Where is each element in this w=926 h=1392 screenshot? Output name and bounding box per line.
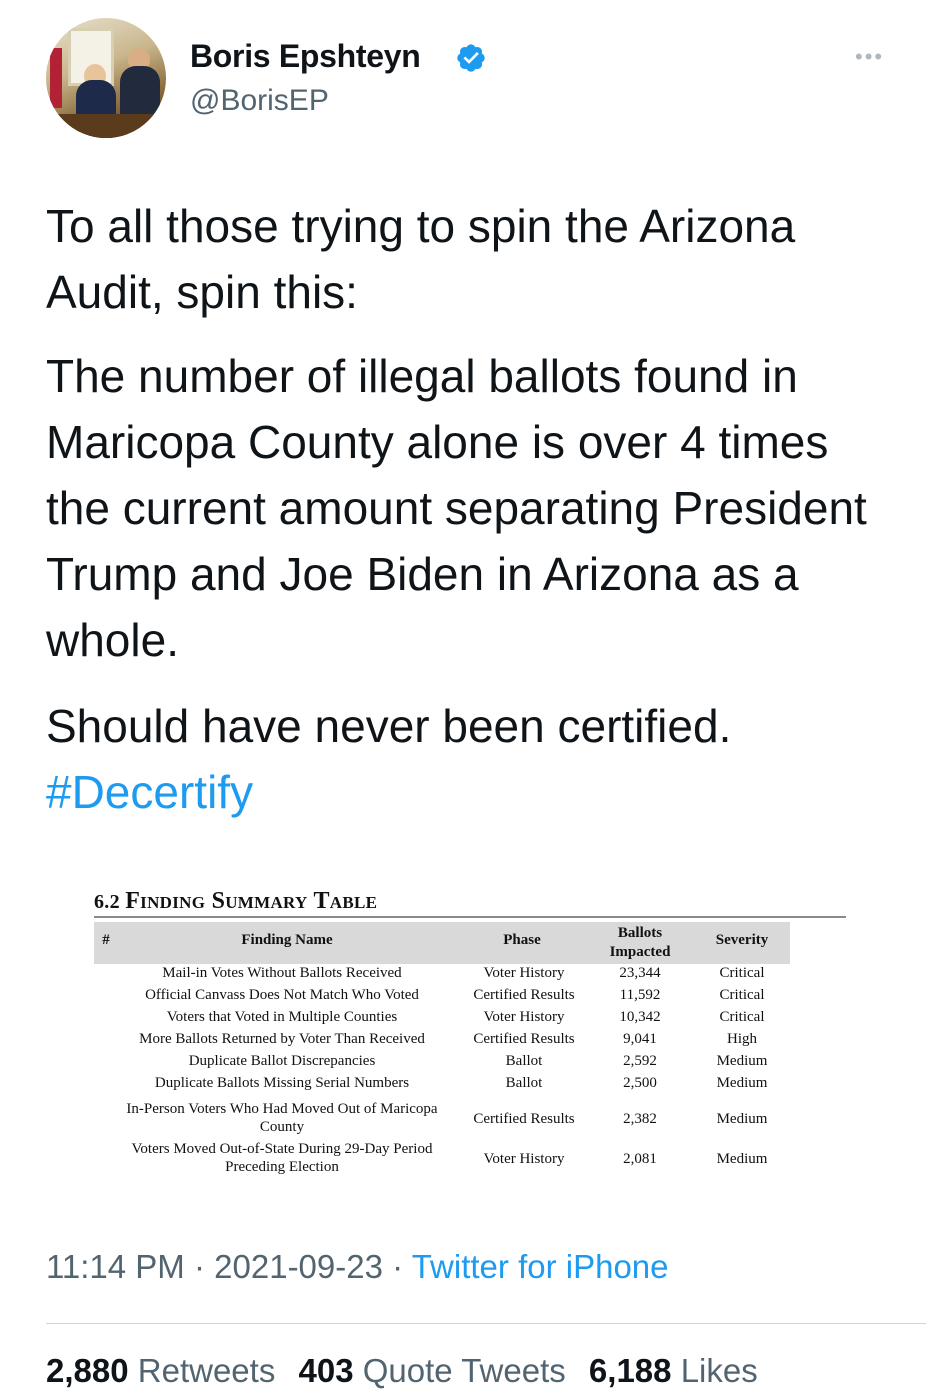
verified-badge-icon — [457, 44, 485, 72]
cell-phase: Voter History — [483, 1009, 565, 1025]
likes-count: 6,188 — [588, 1352, 672, 1389]
section-number: 6.2 — [94, 891, 120, 913]
quotes-label: Quote Tweets — [362, 1352, 566, 1389]
cell-ballots: 2,500 — [623, 1075, 657, 1091]
likes-label: Likes — [680, 1352, 758, 1389]
header-phase: Phase — [503, 932, 541, 948]
cell-severity: Medium — [716, 1151, 768, 1167]
tweet-paragraph-text: Should have never been certified. — [46, 700, 732, 752]
author-name[interactable]: Boris Epshteyn — [190, 38, 421, 75]
cell-severity: Medium — [716, 1053, 768, 1069]
cell-finding: More Ballots Returned by Voter Than Rece… — [139, 1031, 425, 1047]
cell-ballots: 11,592 — [619, 987, 661, 1003]
cell-ballots: 2,592 — [623, 1053, 657, 1069]
retweets-stat[interactable]: 2,880 Retweets — [46, 1352, 275, 1389]
cell-finding: Duplicate Ballot Discrepancies — [188, 1053, 376, 1069]
section-title: Finding Summary Table — [125, 888, 378, 914]
tweet-stats: 2,880 Retweets 403 Quote Tweets 6,188 Li… — [46, 1352, 772, 1390]
header-finding: Finding Name — [241, 932, 333, 948]
cell-severity: Critical — [719, 987, 765, 1003]
header-ballots: Ballots Impacted — [609, 925, 671, 960]
header-number: # — [102, 932, 110, 948]
cell-ballots: 10,342 — [619, 1009, 661, 1025]
cell-severity: High — [727, 1031, 757, 1047]
section-rule — [94, 916, 846, 918]
table-section-title: 6.2 Finding Summary Table — [94, 888, 377, 915]
cell-phase: Ballot — [505, 1053, 543, 1069]
cell-finding: Mail-in Votes Without Ballots Received — [162, 965, 402, 981]
cell-phase: Certified Results — [473, 1031, 575, 1047]
cell-severity: Medium — [716, 1075, 768, 1091]
avatar[interactable] — [46, 18, 166, 138]
tweet-date[interactable]: 2021-09-23 — [214, 1248, 383, 1285]
meta-separator: · — [392, 1248, 404, 1285]
cell-ballots: 23,344 — [619, 965, 661, 981]
cell-phase: Ballot — [505, 1075, 543, 1091]
header-severity: Severity — [715, 932, 769, 948]
cell-ballots: 2,382 — [623, 1111, 657, 1127]
retweets-label: Retweets — [137, 1352, 276, 1389]
author-handle[interactable]: @BorisEP — [190, 84, 329, 118]
stats-divider — [46, 1323, 926, 1324]
cell-ballots: 2,081 — [623, 1151, 657, 1167]
retweets-count: 2,880 — [46, 1352, 129, 1389]
avatar-desk — [46, 114, 166, 138]
avatar-flag — [50, 48, 62, 108]
cell-finding: In-Person Voters Who Had Moved Out of Ma… — [126, 1101, 438, 1135]
quote-tweets-stat[interactable]: 403 Quote Tweets — [299, 1352, 566, 1389]
attached-table-image[interactable]: 6.2 Finding Summary Table # Finding Name… — [92, 884, 852, 1174]
cell-severity: Medium — [716, 1111, 768, 1127]
tweet-source-link[interactable]: Twitter for iPhone — [412, 1248, 669, 1285]
cell-phase: Voter History — [483, 1151, 565, 1167]
cell-phase: Certified Results — [473, 1111, 575, 1127]
quotes-count: 403 — [298, 1352, 354, 1389]
hashtag-link[interactable]: #Decertify — [46, 759, 896, 825]
cell-severity: Critical — [719, 965, 765, 981]
more-options-icon[interactable]: ••• — [855, 44, 884, 70]
meta-separator: · — [193, 1248, 205, 1285]
cell-phase: Certified Results — [473, 987, 575, 1003]
tweet-paragraph: Should have never been certified. #Decer… — [46, 693, 896, 825]
likes-stat[interactable]: 6,188 Likes — [589, 1352, 758, 1389]
cell-phase: Voter History — [483, 965, 565, 981]
table-header: # Finding Name Phase Ballots Impacted Se… — [94, 922, 790, 964]
tweet-paragraph: The number of illegal ballots found in M… — [46, 350, 867, 666]
tweet-paragraph: To all those trying to spin the Arizona … — [46, 200, 796, 318]
cell-finding: Duplicate Ballots Missing Serial Numbers — [154, 1075, 410, 1091]
tweet-time[interactable]: 11:14 PM — [46, 1248, 185, 1285]
cell-finding: Official Canvass Does Not Match Who Vote… — [145, 987, 419, 1003]
cell-finding: Voters that Voted in Multiple Counties — [166, 1009, 398, 1025]
cell-ballots: 9,041 — [623, 1031, 657, 1047]
cell-finding: Voters Moved Out-of-State During 29-Day … — [131, 1141, 433, 1174]
cell-severity: Critical — [719, 1009, 765, 1025]
tweet-meta: 11:14 PM · 2021-09-23 · Twitter for iPho… — [46, 1248, 669, 1286]
